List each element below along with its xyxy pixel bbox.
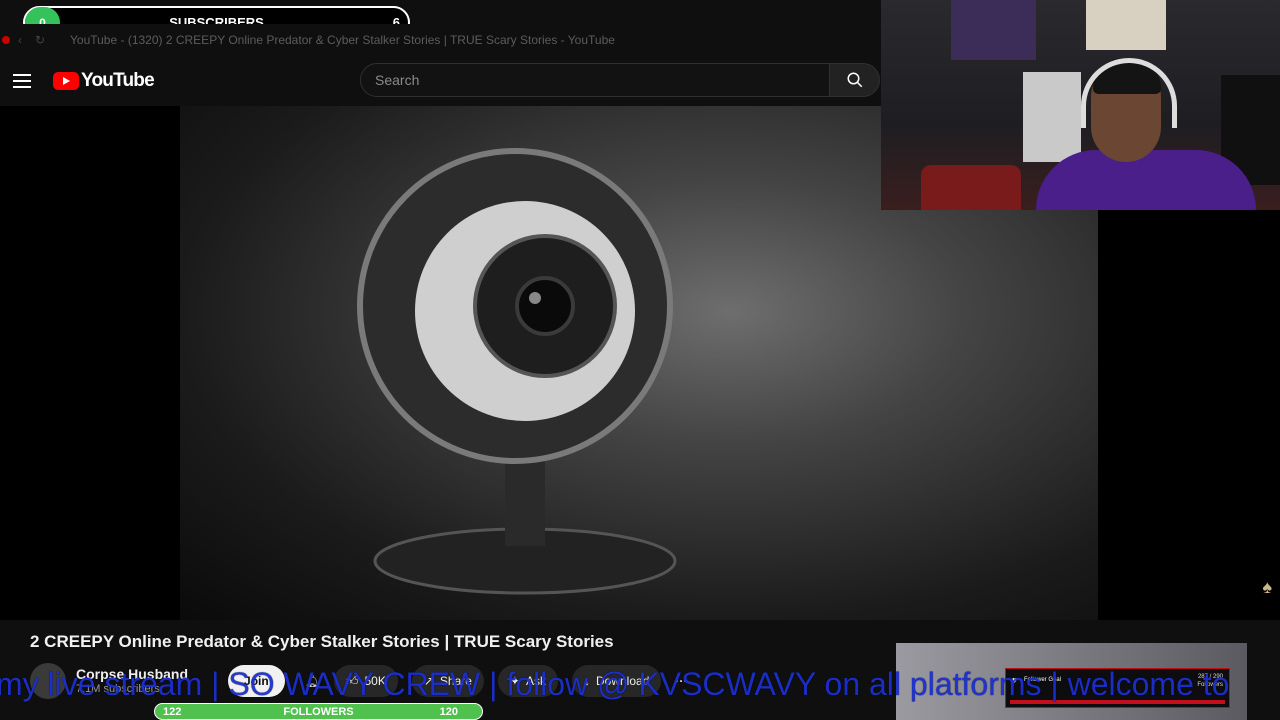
follower-goal-count: 287 / 290 Followers xyxy=(1197,673,1223,690)
ask-button[interactable]: ✦ Ask xyxy=(497,665,558,697)
streamer-body xyxy=(1036,150,1256,210)
follower-goal-label: Follower Goal xyxy=(1024,677,1062,683)
back-icon[interactable]: ‹ xyxy=(10,33,30,47)
like-count: 50K xyxy=(364,674,386,688)
join-button[interactable]: Join xyxy=(228,665,285,697)
youtube-logo[interactable]: YouTube xyxy=(53,70,155,92)
download-label: Download xyxy=(596,674,650,688)
sparkle-icon: ✦ xyxy=(509,674,520,688)
youtube-header: YouTube xyxy=(0,56,880,106)
stream-mascot-icon: ♠ xyxy=(1262,577,1272,597)
browser-title-bar: ‹ ↻ YouTube - (1320) 2 CREEPY Online Pre… xyxy=(0,24,880,56)
streamer-webcam xyxy=(881,0,1280,210)
share-label: Share xyxy=(439,674,472,688)
reload-icon[interactable]: ↻ xyxy=(30,33,50,47)
search-icon xyxy=(847,72,862,88)
youtube-play-icon xyxy=(53,72,79,90)
headphones-icon xyxy=(1081,58,1177,128)
record-indicator-icon xyxy=(2,36,10,44)
heart-icon: ♥ xyxy=(1012,675,1018,685)
search-button[interactable] xyxy=(830,63,880,97)
follower-goal-unit: Followers xyxy=(1197,682,1223,689)
thumbs-up-icon: 👍︎ xyxy=(345,673,359,688)
like-button[interactable]: 👍︎ 50K xyxy=(333,665,398,697)
search-box xyxy=(360,63,880,97)
wall-poster xyxy=(1086,0,1166,50)
video-actions-row: Corpse Husband 7.1M subscribers Join 🔔︎ … xyxy=(30,663,880,699)
ask-label: Ask xyxy=(525,674,546,688)
channel-subscribers: 7.1M subscribers xyxy=(76,682,160,695)
download-icon: ↓ xyxy=(584,674,590,688)
wall-poster xyxy=(951,0,1036,60)
channel-avatar[interactable] xyxy=(30,663,66,699)
channel-name[interactable]: Corpse Husband xyxy=(76,666,188,683)
follower-goal-progress xyxy=(1010,700,1225,704)
youtube-logo-text: YouTube xyxy=(81,70,155,91)
gaming-chair xyxy=(921,165,1021,210)
follower-goal-widget: ♥ Follower Goal 287 / 290 Followers xyxy=(1005,668,1230,708)
followers-label: FOLLOWERS xyxy=(283,705,354,718)
bell-icon[interactable]: 🔔︎ xyxy=(305,674,320,688)
search-input[interactable] xyxy=(360,63,830,97)
follower-goal-numbers: 287 / 290 xyxy=(1197,674,1223,680)
share-icon: ↗ xyxy=(423,674,434,688)
hamburger-menu-icon[interactable] xyxy=(13,74,31,88)
channel-info: Corpse Husband 7.1M subscribers xyxy=(76,666,188,696)
video-title: 2 CREEPY Online Predator & Cyber Stalker… xyxy=(30,632,614,651)
tiger-poster xyxy=(1023,72,1081,162)
followers-goal-bar: 122 FOLLOWERS 120 xyxy=(154,703,483,720)
browser-tab-title: YouTube - (1320) 2 CREEPY Online Predato… xyxy=(70,33,615,47)
more-actions-icon[interactable]: ··· xyxy=(675,674,687,688)
share-button[interactable]: ↗ Share xyxy=(411,665,484,697)
download-button[interactable]: ↓ Download xyxy=(572,665,662,697)
